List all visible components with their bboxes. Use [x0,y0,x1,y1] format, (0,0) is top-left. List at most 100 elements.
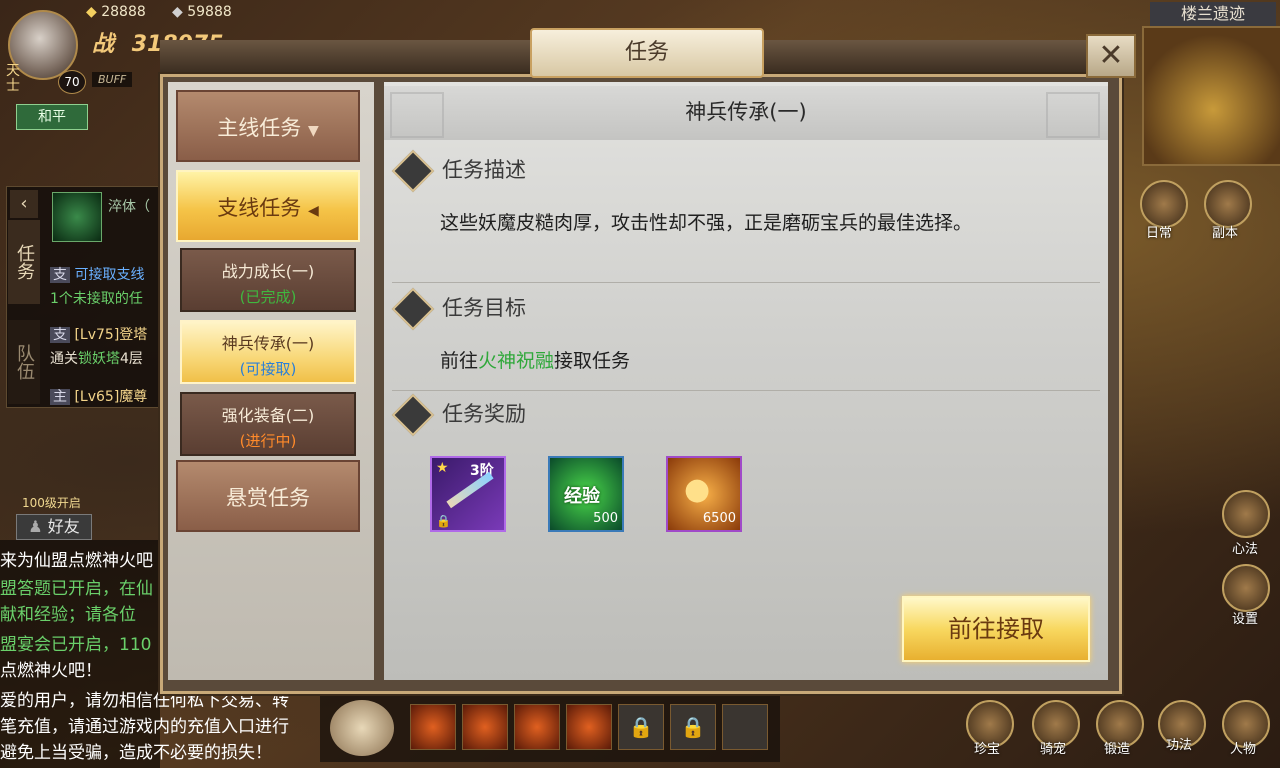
go-accept-button[interactable]: 前往接取 [902,596,1090,662]
goal-icon [391,287,435,331]
weapon-reward-item[interactable]: ★ 3阶 🔒 [430,456,506,532]
bind-lock-icon: 🔒 [436,514,451,528]
task-detail-title: 神兵传承(一) [685,100,807,124]
dungeon-icon[interactable] [1204,180,1252,228]
map-title: 楼兰遗迹 [1150,2,1276,26]
task-tag: 支 [50,267,70,283]
goal-suffix: 接取任务 [554,350,631,372]
chevron-down-icon: ▼ [307,123,319,139]
skill-slot-2[interactable] [462,704,508,750]
subtask-name: 战力成长(一) [221,262,315,281]
exp-label: 经验 [564,486,600,507]
settings-label: 设置 [1232,612,1259,627]
friends-label: 好友 [47,517,80,536]
player-level-badge: 70 [58,70,86,94]
coin-icon: ● [684,472,711,507]
subtask-status: (可接取) [239,360,297,378]
divider [392,282,1100,283]
gold-ingot-amount: 28888 [101,4,146,20]
tracker-task-2[interactable]: 支 [Lv75]登塔 [50,324,147,344]
character-label: 人物 [1230,742,1257,757]
task-tag: 支 [50,327,70,343]
subtask-enhance-gear[interactable]: 强化装备(二) (进行中) [180,392,356,456]
task-title: [Lv75]登塔 [74,327,148,343]
dodge-skill-slot[interactable] [722,704,768,750]
reward-icon [391,393,435,437]
tracked-item-icon[interactable] [52,192,102,242]
subtask-status: (已完成) [239,288,297,306]
skill-slot-4[interactable] [566,704,612,750]
daily-label: 日常 [1146,226,1173,241]
mount-label: 骑宠 [1040,742,1067,757]
subtask-divine-weapon[interactable]: 神兵传承(一) (可接取) [180,320,356,384]
coin-reward-item[interactable]: ● 6500 [666,456,742,532]
skill-slot-locked-2[interactable]: 🔒 [670,704,716,750]
close-button[interactable]: ✕ [1086,34,1136,78]
skill-slot-1[interactable] [410,704,456,750]
forge-label: 锻造 [1104,742,1131,757]
silver-currency: ◆ 59888 [172,4,232,20]
subtask-status: (进行中) [239,432,297,450]
pk-mode-button[interactable]: 和平 [16,104,88,130]
task-description: 这些妖魔皮糙肉厚，攻击性却不强，正是磨砺宝兵的最佳选择。 [440,212,973,234]
tab-bounty-quest[interactable]: 悬赏任务 [176,460,360,532]
tracker-task-2-sub: 通关锁妖塔4层 [50,348,143,368]
buff-bar[interactable]: BUFF [92,72,133,87]
silver-amount: 59888 [187,4,232,20]
treasure-label: 珍宝 [974,742,1001,757]
goal-prefix: 前往 [440,350,479,372]
tracker-task-1[interactable]: 支 可接取支线 [50,264,144,284]
goal-npc-link[interactable]: 火神祝融 [478,350,554,372]
chat-line: 笔充值，请通过游戏内的充值入口进行 [0,717,289,737]
divider [392,390,1100,391]
subtask-name: 强化装备(二) [221,406,315,425]
section-reward: 任务奖励 [391,393,526,437]
lock-icon: 🔒 [628,715,654,739]
subtask-name: 神兵传承(一) [221,334,315,353]
chat-line: 献和经验；请各位 [0,605,136,625]
lock-icon: 🔒 [680,715,706,739]
task-title: [Lv65]魔尊 [74,389,148,405]
ingot-icon: ◆ [86,4,97,20]
task-sub-suffix: 4层 [120,351,143,367]
subtask-power-growth[interactable]: 战力成长(一) (已完成) [180,248,356,312]
skill-slot-locked-1[interactable]: 🔒 [618,704,664,750]
star-icon: ★ [436,460,449,476]
task-sub-prefix: 通关 [50,351,78,367]
gold-ingot-currency: ◆ 28888 [86,4,146,20]
tab-team-tracker[interactable]: 队伍 [8,320,40,404]
description-icon [391,149,435,193]
friends-button[interactable]: ♟ 好友 [16,514,92,540]
chevron-left-icon: ◀ [307,203,319,219]
mental-method-icon[interactable] [1222,490,1270,538]
reward-count: 500 [593,511,618,526]
tab-main-quest-label: 主线任务 [217,116,302,140]
player-title: 天士 [6,63,20,94]
tab-main-quest[interactable]: 主线任务 ▼ [176,90,360,162]
friends-unlock-text: 100级开启 [22,496,81,510]
daily-icon[interactable] [1140,180,1188,228]
section-goal: 任务目标 [391,287,526,331]
power-label: 战 [92,32,115,57]
tab-side-quest[interactable]: 支线任务 ◀ [176,170,360,242]
collapse-tracker-icon[interactable]: ‹ [10,190,38,218]
reward-count: 6500 [702,511,736,526]
tab-bounty-quest-label: 悬赏任务 [226,486,310,510]
tab-task-tracker[interactable]: 任务 [8,220,40,304]
skill-slot-3[interactable] [514,704,560,750]
skill-book-label: 功法 [1166,738,1193,753]
silver-icon: ◆ [172,4,183,20]
exp-reward-item[interactable]: 经验 500 [548,456,624,532]
section-reward-label: 任务奖励 [442,402,526,426]
close-icon: ✕ [1098,38,1124,73]
dungeon-label: 副本 [1212,226,1239,241]
friend-icon: ♟ [28,517,43,536]
tracker-task-3[interactable]: 主 [Lv65]魔尊 [50,386,147,406]
dialog-title: 任务 [530,28,764,78]
task-title: 可接取支线 [74,267,145,283]
tab-side-quest-label: 支线任务 [217,196,302,220]
minimap[interactable] [1142,26,1280,166]
tracked-item-name: 淬体（ [108,199,150,215]
settings-icon[interactable] [1222,564,1270,612]
mail-scroll-icon[interactable] [330,700,394,756]
